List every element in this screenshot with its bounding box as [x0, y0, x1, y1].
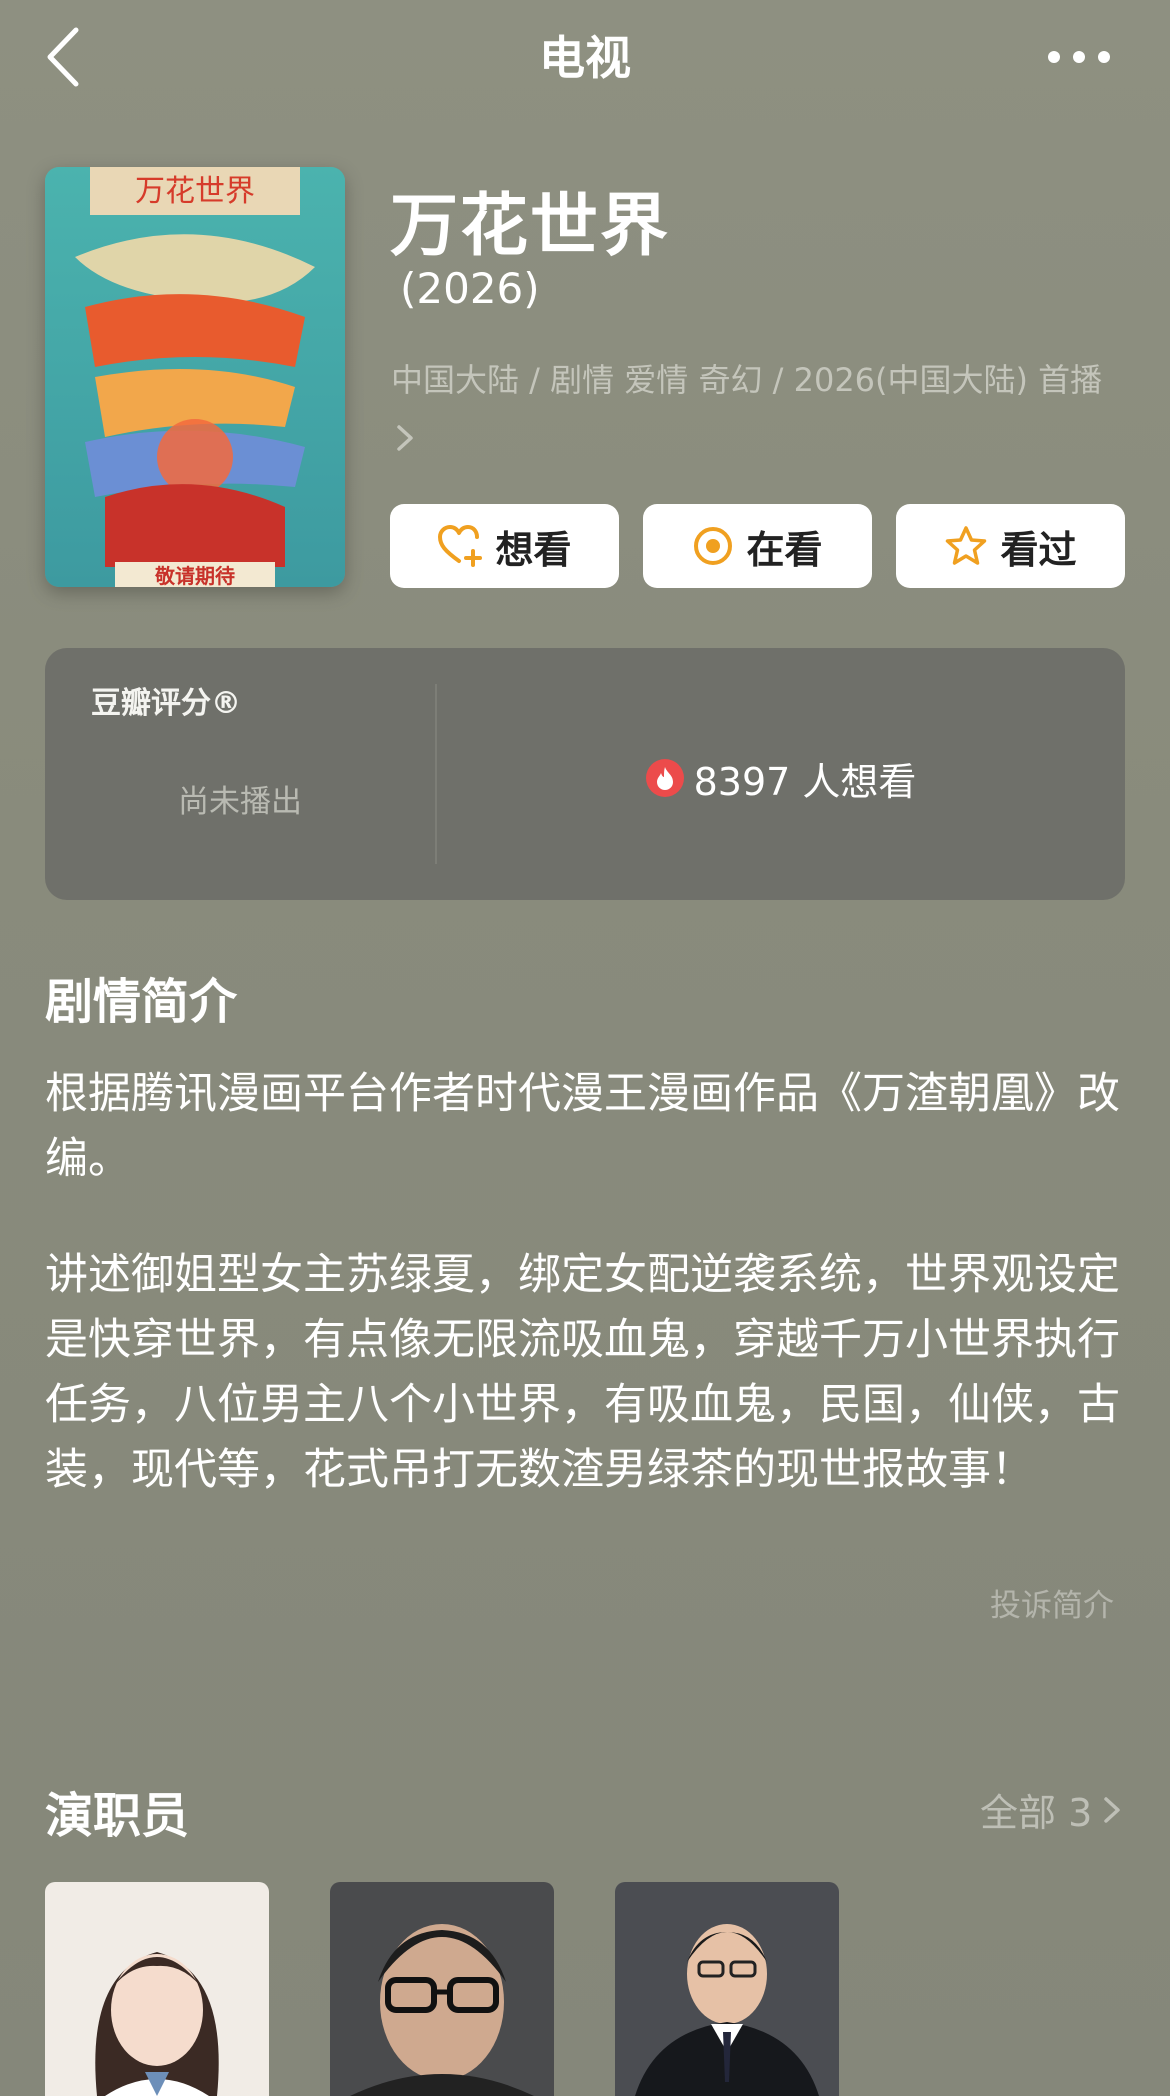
watched-button[interactable]: 看过 [896, 504, 1125, 588]
wish-count-text: 8397 人想看 [693, 759, 917, 804]
cast-member-3[interactable] [615, 1882, 839, 2096]
more-button[interactable] [1044, 34, 1114, 80]
rating-label: 豆瓣评分® [91, 686, 241, 721]
cast-photo-1 [45, 1882, 269, 2096]
rating-status: 尚未播出 [178, 784, 302, 820]
nav-title: 电视 [539, 31, 631, 85]
report-synopsis-link[interactable]: 投诉简介 [990, 1580, 1114, 1625]
more-dots-icon [1048, 51, 1110, 63]
target-icon [694, 527, 733, 565]
cast-photo-3 [615, 1882, 839, 2096]
cast-member-1[interactable] [45, 1882, 269, 2096]
rating-card: 豆瓣评分® 尚未播出 8397 人想看 [45, 648, 1125, 900]
cast-title: 演职员 [45, 1788, 190, 1844]
cast-photo-2 [330, 1882, 554, 2096]
cast-all-link[interactable]: 全部 3 [980, 1782, 1124, 1837]
fire-icon [645, 759, 684, 797]
watching-label: 在看 [746, 527, 823, 572]
show-meta-text: 中国大陆 / 剧情 爱情 奇幻 / 2026(中国大陆) 首播 [391, 361, 1103, 399]
show-year: (2026) [400, 264, 540, 313]
show-meta[interactable]: 中国大陆 / 剧情 爱情 奇幻 / 2026(中国大陆) 首播 [391, 352, 1121, 464]
star-icon [946, 526, 987, 565]
synopsis-paragraph-2: 讲述御姐型女主苏绿夏，绑定女配逆袭系统，世界观设定是快穿世界，有点像无限流吸血鬼… [45, 1250, 1120, 1495]
chevron-right-icon [1104, 1796, 1121, 1823]
poster-title-text: 万花世界 [135, 175, 255, 208]
heart-plus-icon [438, 525, 483, 567]
want-to-watch-label: 想看 [495, 527, 572, 572]
want-to-watch-button[interactable]: 想看 [390, 504, 619, 588]
wish-count[interactable]: 8397 人想看 [437, 748, 1125, 808]
synopsis-paragraph-1: 根据腾讯漫画平台作者时代漫王漫画作品《万渣朝凰》改编。 [45, 1069, 1120, 1184]
poster-caption-text: 敬请期待 [154, 564, 235, 587]
poster-image[interactable]: 万花世界 敬请期待 [45, 167, 345, 587]
cast-member-2[interactable] [330, 1882, 554, 2096]
cast-all-label: 全部 3 [980, 1791, 1093, 1835]
watching-button[interactable]: 在看 [643, 504, 872, 588]
synopsis-title: 剧情简介 [45, 974, 238, 1030]
chevron-right-icon [397, 425, 413, 451]
watched-label: 看过 [1000, 527, 1077, 572]
show-title: 万花世界 [390, 187, 671, 266]
